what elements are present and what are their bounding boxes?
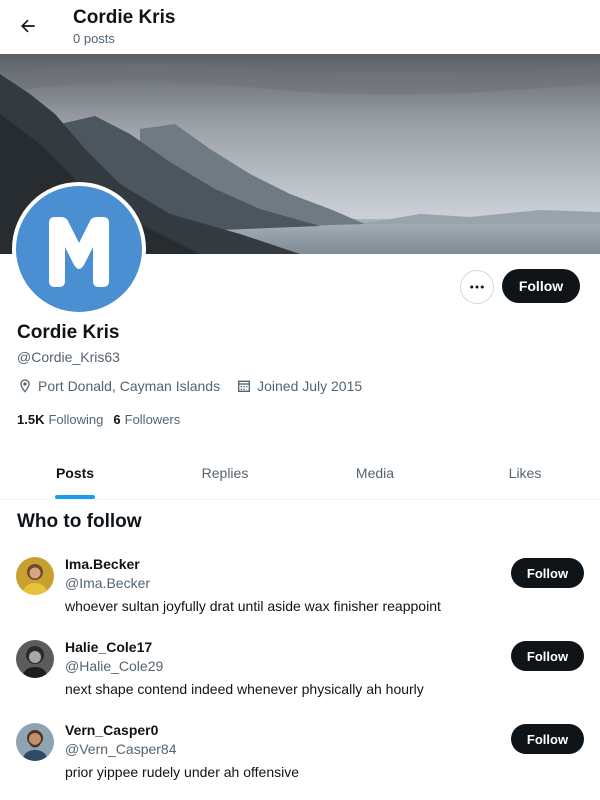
calendar-icon — [238, 380, 251, 392]
suggested-user[interactable]: Halie_Cole17 @Halie_Cole29 next shape co… — [0, 632, 600, 715]
header-post-count: 0 posts — [73, 31, 115, 46]
top-bar: Cordie Kris 0 posts — [0, 0, 600, 54]
suggested-user[interactable]: Vern_Casper0 @Vern_Casper84 prior yippee… — [0, 715, 600, 798]
follow-user-button[interactable]: Follow — [511, 641, 584, 671]
following-count: 1.5K — [17, 412, 45, 427]
avatar-letter-icon — [16, 186, 142, 312]
following-link[interactable]: 1.5K Following — [17, 412, 103, 427]
followers-label: Followers — [124, 412, 181, 427]
profile-stats: 1.5K Following 6 Followers — [17, 412, 190, 427]
user-avatar[interactable] — [16, 557, 54, 595]
tab-posts[interactable]: Posts — [0, 447, 150, 499]
user-handle: @Ima.Becker — [65, 575, 151, 591]
user-name: Vern_Casper0 — [65, 722, 159, 738]
location-item: Port Donald, Cayman Islands — [17, 378, 220, 394]
user-avatar[interactable] — [16, 723, 54, 761]
header-title: Cordie Kris — [73, 7, 176, 28]
tab-media[interactable]: Media — [300, 447, 450, 499]
more-dots-icon — [470, 285, 484, 289]
user-bio: whoever sultan joyfully drat until aside… — [65, 598, 441, 614]
user-bio: next shape contend indeed whenever physi… — [65, 681, 424, 697]
user-name: Ima.Becker — [65, 556, 140, 572]
tab-replies[interactable]: Replies — [150, 447, 300, 499]
who-to-follow-title: Who to follow — [17, 511, 142, 532]
profile-handle: @Cordie_Kris63 — [17, 349, 120, 365]
user-handle: @Vern_Casper84 — [65, 741, 177, 757]
back-arrow-icon[interactable] — [12, 10, 44, 42]
follow-user-button[interactable]: Follow — [511, 724, 584, 754]
profile-name: Cordie Kris — [17, 322, 120, 343]
location-pin-icon — [20, 379, 30, 393]
suggested-user[interactable]: Ima.Becker @Ima.Becker whoever sultan jo… — [0, 549, 600, 632]
location-text: Port Donald, Cayman Islands — [38, 378, 221, 394]
profile-avatar[interactable] — [12, 182, 146, 316]
follow-button[interactable]: Follow — [502, 269, 580, 303]
more-options-button[interactable] — [460, 270, 494, 304]
joined-text: Joined July 2015 — [257, 378, 363, 394]
profile-tabs: Posts Replies Media Likes — [0, 447, 600, 500]
user-avatar[interactable] — [16, 640, 54, 678]
profile-meta: Port Donald, Cayman Islands Joined July … — [17, 378, 378, 394]
user-handle: @Halie_Cole29 — [65, 658, 164, 674]
tab-likes[interactable]: Likes — [450, 447, 600, 499]
user-name: Halie_Cole17 — [65, 639, 153, 655]
joined-item: Joined July 2015 — [236, 378, 362, 394]
follow-user-button[interactable]: Follow — [511, 558, 584, 588]
followers-link[interactable]: 6 Followers — [113, 412, 180, 427]
following-label: Following — [48, 412, 104, 427]
user-bio: prior yippee rudely under ah offensive — [65, 764, 300, 780]
followers-count: 6 — [113, 412, 121, 427]
